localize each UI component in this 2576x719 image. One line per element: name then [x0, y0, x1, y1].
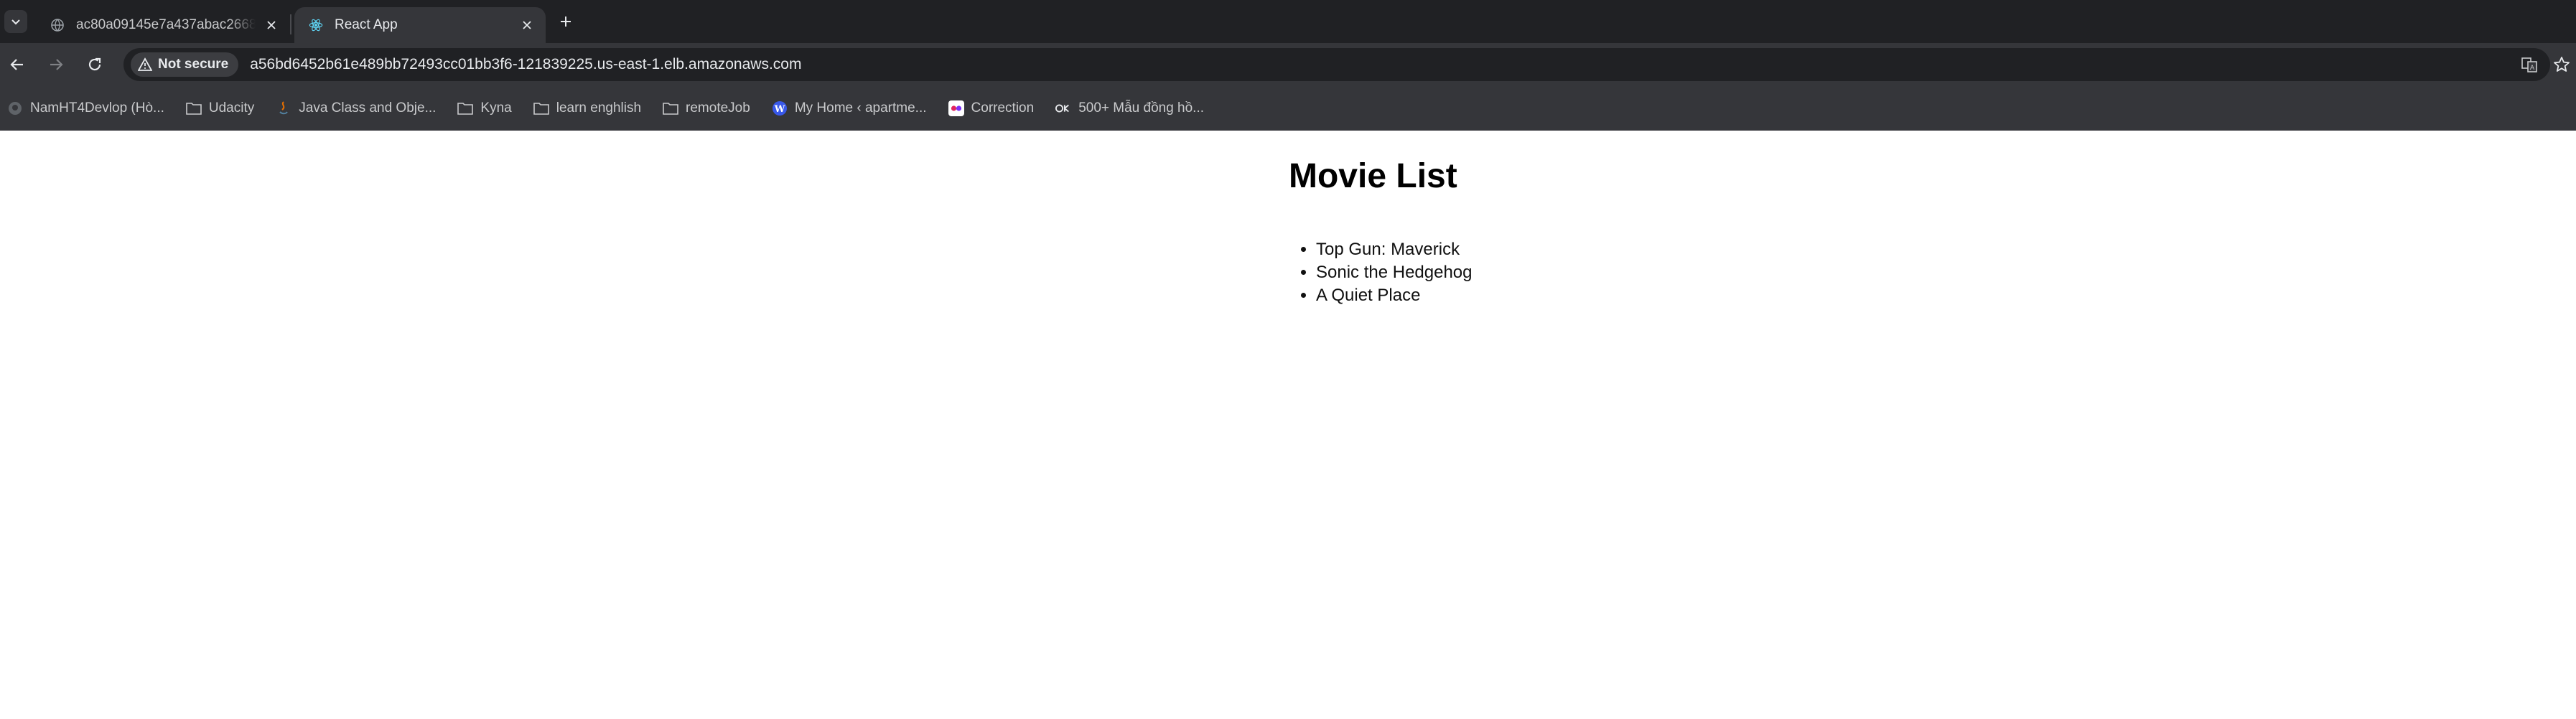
bookmark-learn-english[interactable]: learn enghlish — [533, 100, 641, 116]
folder-icon — [457, 100, 474, 116]
folder-icon — [533, 100, 549, 116]
new-tab-button[interactable] — [554, 10, 577, 33]
bookmark-correction[interactable]: Correction — [948, 100, 1035, 116]
back-button[interactable] — [6, 53, 29, 76]
page-content: Movie List Top Gun: Maverick Sonic the H… — [0, 131, 2576, 719]
translate-icon[interactable]: A — [2519, 54, 2540, 75]
svg-text:A: A — [2530, 65, 2535, 72]
address-bar[interactable]: Not secure a56bd6452b61e489bb72493cc01bb… — [123, 48, 2550, 81]
browser-toolbar: Not secure a56bd6452b61e489bb72493cc01bb… — [0, 43, 2576, 86]
plus-icon — [561, 17, 571, 27]
bookmarks-bar: NamHT4Devlop (Hò... Udacity Java Class a… — [0, 86, 2576, 131]
java-icon — [276, 100, 291, 116]
movie-list: Top Gun: Maverick Sonic the Hedgehog A Q… — [1289, 238, 1473, 307]
warning-icon — [138, 57, 152, 72]
flickr-icon — [948, 100, 964, 116]
bookmark-label: 500+ Mẫu đồng hồ... — [1078, 100, 1205, 116]
security-chip[interactable]: Not secure — [131, 52, 239, 77]
folder-icon — [663, 100, 678, 116]
tab-title: ac80a09145e7a437abac2668a6 — [76, 17, 256, 32]
bookmark-label: remoteJob — [686, 100, 750, 116]
bookmark-namht4devlop[interactable]: NamHT4Devlop (Hò... — [7, 100, 164, 116]
security-label: Not secure — [158, 57, 229, 72]
list-item: A Quiet Place — [1316, 284, 1473, 307]
close-tab-icon[interactable] — [518, 17, 536, 34]
list-item: Sonic the Hedgehog — [1316, 261, 1473, 284]
bookmark-watches[interactable]: 500+ Mẫu đồng hồ... — [1055, 100, 1204, 116]
url-text[interactable]: a56bd6452b61e489bb72493cc01bb3f6-1218392… — [250, 56, 801, 73]
back-arrow-icon — [10, 59, 23, 70]
bookmark-label: Kyna — [480, 100, 512, 116]
tab-active[interactable]: React App — [294, 7, 546, 43]
bookmark-label: Java Class and Obje... — [299, 100, 437, 116]
bookmark-label: Correction — [971, 100, 1035, 116]
bookmark-label: Udacity — [208, 100, 255, 116]
bookmark-kyna[interactable]: Kyna — [457, 100, 512, 116]
folder-icon — [186, 100, 202, 116]
reload-button[interactable] — [83, 53, 106, 76]
bookmark-star-button[interactable] — [2550, 53, 2573, 76]
star-icon — [2554, 57, 2570, 72]
bookmark-my-home[interactable]: W My Home ‹ apartme... — [772, 100, 927, 116]
list-item: Top Gun: Maverick — [1316, 238, 1473, 261]
close-tab-icon[interactable] — [263, 17, 280, 34]
wordpress-icon: W — [772, 100, 788, 116]
bookmark-label: learn enghlish — [556, 100, 642, 116]
bookmark-label: My Home ‹ apartme... — [794, 100, 927, 116]
chevron-down-icon — [11, 19, 20, 25]
svg-text:W: W — [774, 104, 785, 115]
bookmark-java[interactable]: Java Class and Obje... — [276, 100, 436, 116]
tab-search-button[interactable] — [4, 10, 27, 33]
watch-icon — [1055, 100, 1071, 116]
tab-inactive[interactable]: ac80a09145e7a437abac2668a6 — [36, 7, 290, 43]
page-title: Movie List — [1289, 157, 1457, 195]
bookmark-label: NamHT4Devlop (Hò... — [30, 100, 164, 116]
reload-icon — [88, 57, 101, 71]
react-icon — [309, 18, 323, 32]
address-bar-actions: A — [2519, 48, 2550, 81]
forward-button[interactable] — [45, 53, 67, 76]
tab-divider — [290, 14, 291, 34]
bookmark-udacity[interactable]: Udacity — [186, 100, 254, 116]
globe-icon — [50, 18, 65, 32]
github-icon — [7, 100, 23, 116]
forward-arrow-icon — [50, 59, 63, 70]
bookmark-remotejob[interactable]: remoteJob — [663, 100, 750, 116]
tab-title: React App — [335, 17, 398, 32]
tab-strip: ac80a09145e7a437abac2668a6 React App — [0, 0, 2576, 43]
